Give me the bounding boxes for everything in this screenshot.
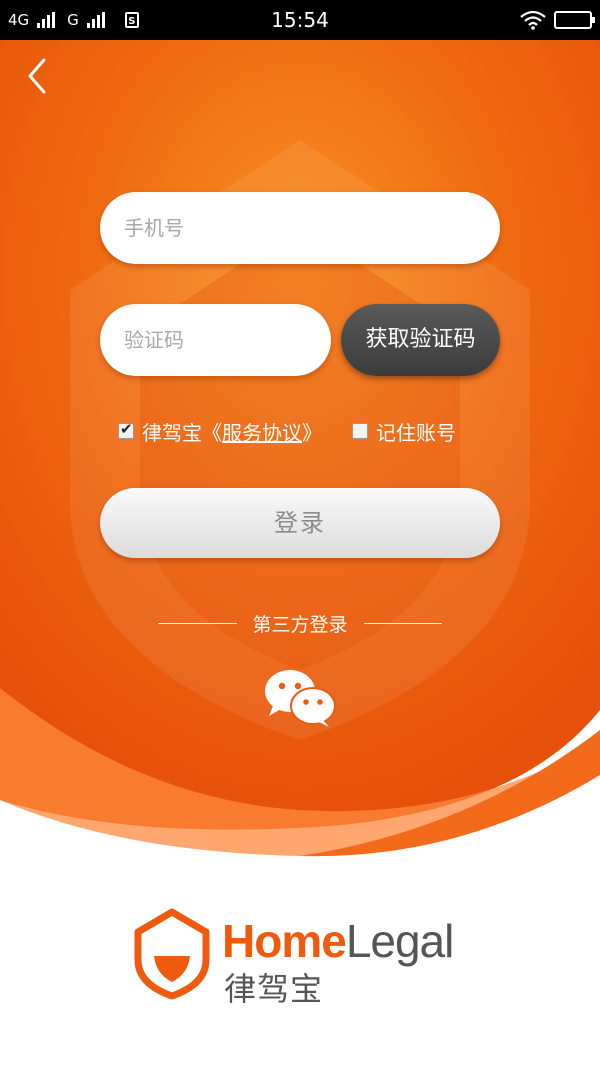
brand-home: Home bbox=[222, 915, 347, 967]
options-row: 律驾宝《服务协议》 记住账号 bbox=[118, 416, 456, 446]
third-party-label: 第三方登录 bbox=[252, 613, 348, 636]
third-party-divider: 第三方登录 bbox=[158, 610, 443, 636]
battery-icon bbox=[554, 11, 595, 29]
agree-checkbox[interactable] bbox=[118, 420, 134, 439]
phone-field-wrapper bbox=[100, 192, 500, 264]
status-bar: 4G G S 15:54 bbox=[0, 0, 600, 40]
status-right bbox=[520, 0, 595, 40]
status-time: 15:54 bbox=[271, 8, 329, 32]
shield-logo-icon bbox=[134, 908, 210, 1000]
agree-suffix: 》 bbox=[302, 420, 322, 445]
divider-line-left bbox=[158, 622, 237, 624]
remember-label: 记住账号 bbox=[376, 420, 456, 445]
remember-option: 记住账号 bbox=[352, 417, 456, 446]
hero-background bbox=[0, 40, 600, 880]
brand-legal: Legal bbox=[345, 915, 455, 967]
hero-shapes bbox=[0, 40, 600, 857]
brand-name-cn: 律驾宝 bbox=[224, 970, 324, 1008]
code-input[interactable] bbox=[100, 304, 331, 376]
brand-name-en: HomeLegal bbox=[222, 914, 455, 968]
wechat-icon[interactable] bbox=[263, 668, 337, 728]
phone-input[interactable] bbox=[100, 192, 500, 264]
code-field-wrapper bbox=[100, 304, 331, 376]
service-agreement-link[interactable]: 服务协议 bbox=[222, 421, 302, 445]
back-arrow-icon[interactable] bbox=[20, 54, 56, 98]
agree-label: 律驾宝《服务协议》 bbox=[142, 417, 322, 446]
agree-prefix: 律驾宝《 bbox=[142, 420, 222, 445]
divider-line-right bbox=[363, 622, 443, 624]
wifi-icon bbox=[520, 10, 546, 30]
get-code-button[interactable]: 获取验证码 bbox=[341, 304, 500, 376]
remember-checkbox[interactable] bbox=[352, 423, 368, 439]
login-button[interactable]: 登录 bbox=[100, 488, 500, 558]
